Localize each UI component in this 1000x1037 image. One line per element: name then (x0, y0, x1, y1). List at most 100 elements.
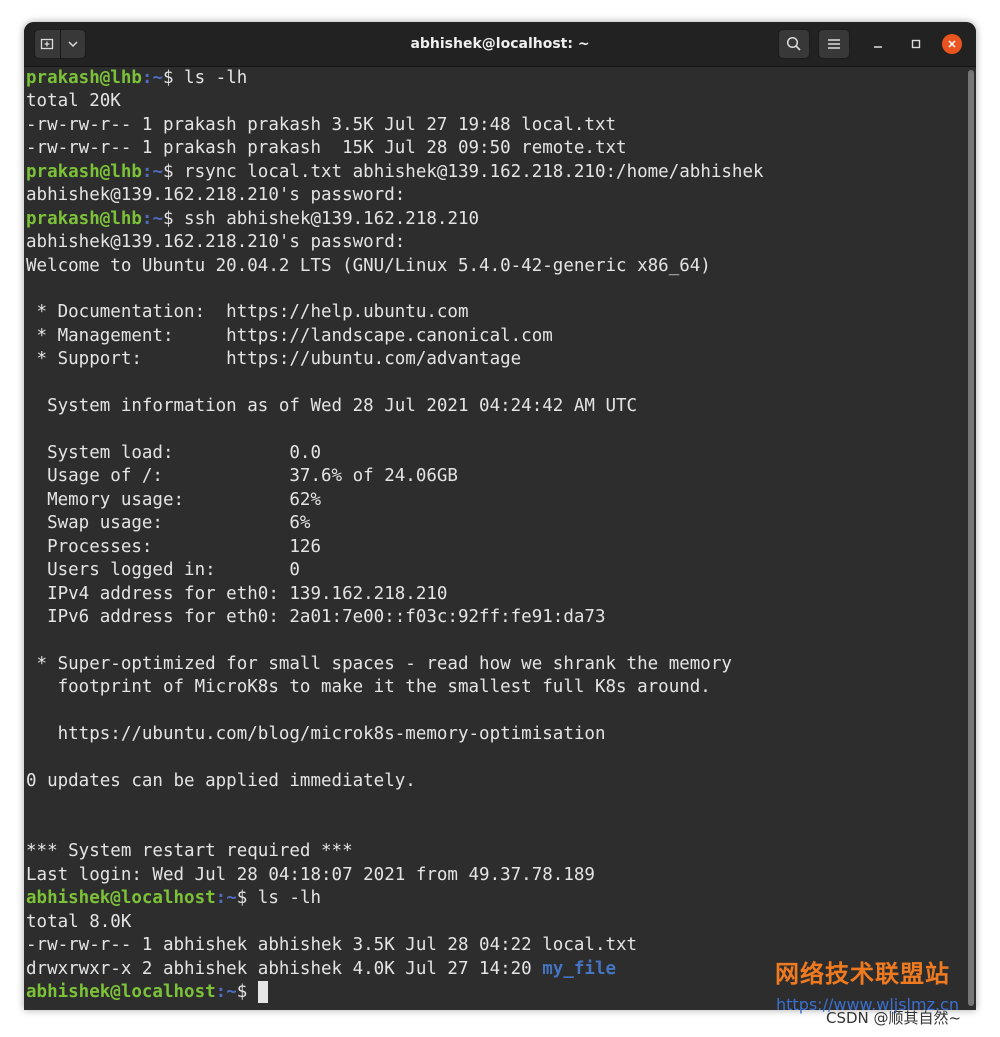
chevron-down-icon[interactable] (59, 30, 86, 58)
search-icon (786, 36, 801, 51)
terminal-line: Users logged in: 0 (26, 559, 964, 582)
output-text: -rw-rw-r-- 1 prakash prakash 3.5K Jul 27… (26, 114, 617, 135)
output-text: * Management: https://landscape.canonica… (26, 325, 553, 346)
output-text: https://ubuntu.com/blog/microk8s-memory-… (26, 724, 606, 745)
watermark-author: CSDN @顺其自然~ (826, 1009, 962, 1027)
directory-name: my_file (542, 958, 617, 979)
output-text: Last login: Wed Jul 28 04:18:07 2021 fro… (26, 864, 595, 885)
terminal-line: -rw-rw-r-- 1 prakash prakash 3.5K Jul 27… (26, 114, 964, 137)
output-text: total 8.0K (26, 911, 132, 932)
maximize-button[interactable] (906, 34, 926, 54)
terminal-line: abhishek@139.162.218.210's password: (26, 184, 964, 207)
prompt-user: prakash@lhb (26, 68, 142, 88)
command-text: $ ls -lh (236, 888, 322, 909)
prompt-user: prakash@lhb (26, 208, 142, 229)
output-text: IPv4 address for eth0: 139.162.218.210 (26, 583, 448, 604)
terminal-line: abhishek@localhost:~$ ls -lh (26, 887, 964, 910)
terminal-line: System information as of Wed 28 Jul 2021… (26, 395, 964, 418)
terminal-line: prakash@lhb:~$ rsync local.txt abhishek@… (26, 161, 964, 184)
command-text: $ ssh abhishek@139.162.218.210 (162, 208, 480, 229)
prompt-path: :~ (141, 161, 163, 182)
watermark-site-name: 网络技术联盟站 (775, 960, 950, 988)
close-icon (948, 40, 956, 48)
cursor (257, 981, 268, 1004)
output-text: -rw-rw-r-- 1 prakash prakash 15K Jul 28 … (26, 138, 627, 159)
output-text: System information as of Wed 28 Jul 2021… (26, 396, 638, 417)
search-button[interactable] (778, 29, 810, 59)
command-text: $ rsync local.txt abhishek@139.162.218.2… (162, 161, 764, 182)
terminal-line: Last login: Wed Jul 28 04:18:07 2021 fro… (26, 864, 964, 887)
prompt-path: :~ (141, 68, 163, 88)
prompt-path: :~ (215, 888, 237, 909)
output-text: * Support: https://ubuntu.com/advantage (26, 349, 522, 370)
terminal-line: * Support: https://ubuntu.com/advantage (26, 348, 964, 371)
output-text: * Documentation: https://help.ubuntu.com (26, 302, 469, 323)
prompt-user: abhishek@localhost (26, 888, 216, 909)
terminal-line: System load: 0.0 (26, 442, 964, 465)
output-text: -rw-rw-r-- 1 abhishek abhishek 3.5K Jul … (26, 935, 638, 956)
output-text: Processes: 126 (26, 536, 322, 557)
hamburger-menu-icon (828, 39, 840, 49)
terminal-line: footprint of MicroK8s to make it the sma… (26, 676, 964, 699)
output-text: System load: 0.0 (26, 443, 322, 463)
output-text: Usage of /: 37.6% of 24.06GB (26, 466, 458, 487)
prompt-path: :~ (141, 208, 163, 229)
terminal-line: Welcome to Ubuntu 20.04.2 LTS (GNU/Linux… (26, 255, 964, 278)
terminal-line: * Super-optimized for small spaces - rea… (26, 653, 964, 676)
output-text: footprint of MicroK8s to make it the sma… (26, 677, 711, 698)
maximize-icon (911, 39, 921, 49)
terminal-line: 0 updates can be applied immediately. (26, 770, 964, 793)
terminal-line: * Management: https://landscape.canonica… (26, 325, 964, 348)
terminal-line: prakash@lhb:~$ ssh abhishek@139.162.218.… (26, 208, 964, 231)
command-text: $ (236, 982, 258, 1003)
output-text: Swap usage: 6% (26, 513, 311, 534)
terminal-line: -rw-rw-r-- 1 prakash prakash 15K Jul 28 … (26, 137, 964, 160)
output-text: abhishek@139.162.218.210's password: (26, 185, 406, 206)
output-text: Users logged in: 0 (26, 560, 300, 581)
output-text: * Super-optimized for small spaces - rea… (26, 653, 732, 674)
terminal-line: Memory usage: 62% (26, 489, 964, 512)
output-text: *** System restart required *** (26, 841, 353, 862)
terminal-line: abhishek@139.162.218.210's password: (26, 231, 964, 254)
terminal-output[interactable]: prakash@lhb:~$ ls -lh total 20K -rw-rw-r--… (24, 67, 964, 1010)
output-text: total 20K (26, 91, 121, 112)
terminal-line: total 8.0K (26, 911, 964, 934)
command-text: $ ls -lh (162, 68, 248, 88)
terminal-window: abhishek@localhost: ~ prakash@lhb:~$ ls … (24, 22, 976, 1010)
minimize-button[interactable] (868, 34, 888, 54)
output-text: 0 updates can be applied immediately. (26, 771, 416, 792)
prompt-user: abhishek@localhost (26, 982, 216, 1003)
output-text: drwxrwxr-x 2 abhishek abhishek 4.0K Jul … (26, 958, 543, 979)
terminal-line: prakash@lhb:~$ ls -lh (26, 67, 964, 90)
new-tab-icon[interactable] (35, 30, 60, 58)
prompt-path: :~ (215, 982, 237, 1003)
terminal-line: *** System restart required *** (26, 840, 964, 863)
close-button[interactable] (942, 34, 962, 54)
terminal-line: IPv4 address for eth0: 139.162.218.210 (26, 583, 964, 606)
terminal-line: IPv6 address for eth0: 2a01:7e00::f03c:9… (26, 606, 964, 629)
terminal-line: Processes: 126 (26, 536, 964, 559)
terminal-line: https://ubuntu.com/blog/microk8s-memory-… (26, 723, 964, 746)
output-text: Memory usage: 62% (26, 489, 322, 510)
new-tab-button-group[interactable] (34, 29, 86, 59)
scrollbar[interactable] (968, 70, 974, 1006)
title-bar: abhishek@localhost: ~ (24, 22, 976, 67)
menu-button[interactable] (818, 29, 850, 59)
output-text: Welcome to Ubuntu 20.04.2 LTS (GNU/Linux… (26, 255, 711, 276)
minimize-icon (874, 46, 882, 48)
prompt-user: prakash@lhb (26, 161, 142, 182)
terminal-line: Usage of /: 37.6% of 24.06GB (26, 465, 964, 488)
terminal-line: * Documentation: https://help.ubuntu.com (26, 301, 964, 324)
output-text: IPv6 address for eth0: 2a01:7e00::f03c:9… (26, 607, 606, 628)
terminal-line: total 20K (26, 90, 964, 113)
output-text: abhishek@139.162.218.210's password: (26, 232, 406, 253)
terminal-line: Swap usage: 6% (26, 512, 964, 535)
